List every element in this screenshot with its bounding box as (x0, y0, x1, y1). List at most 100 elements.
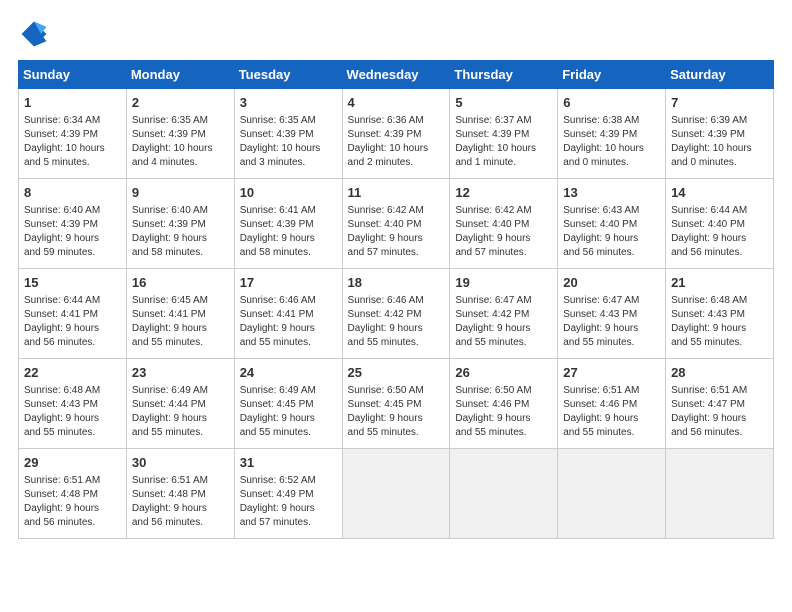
logo (18, 18, 54, 50)
day-info: Sunrise: 6:51 AMSunset: 4:48 PMDaylight:… (132, 474, 229, 530)
day-info: Sunrise: 6:38 AMSunset: 4:39 PMDaylight:… (563, 114, 660, 170)
calendar-cell: 21 Sunrise: 6:48 AMSunset: 4:43 PMDayligh… (666, 269, 774, 359)
weekday-header-wednesday: Wednesday (342, 61, 450, 89)
calendar-cell: 24 Sunrise: 6:49 AMSunset: 4:45 PMDayligh… (234, 359, 342, 449)
calendar-cell: 9 Sunrise: 6:40 AMSunset: 4:39 PMDaylight… (126, 179, 234, 269)
day-number: 4 (348, 94, 445, 112)
calendar-cell: 27 Sunrise: 6:51 AMSunset: 4:46 PMDayligh… (558, 359, 666, 449)
day-info: Sunrise: 6:35 AMSunset: 4:39 PMDaylight:… (132, 114, 229, 170)
calendar-cell (666, 449, 774, 539)
week-row-5: 29 Sunrise: 6:51 AMSunset: 4:48 PMDayligh… (19, 449, 774, 539)
page: SundayMondayTuesdayWednesdayThursdayFrid… (0, 0, 792, 557)
calendar-cell: 1 Sunrise: 6:34 AMSunset: 4:39 PMDaylight… (19, 89, 127, 179)
day-number: 7 (671, 94, 768, 112)
week-row-3: 15Sunrise: 6:44 AMSunset: 4:41 PMDayligh… (19, 269, 774, 359)
day-number: 20 (563, 274, 660, 292)
day-number: 6 (563, 94, 660, 112)
day-info: Sunrise: 6:51 AMSunset: 4:47 PMDaylight:… (671, 384, 768, 440)
day-info: Sunrise: 6:52 AMSunset: 4:49 PMDaylight:… (240, 474, 337, 530)
calendar-cell: 20Sunrise: 6:47 AMSunset: 4:43 PMDayligh… (558, 269, 666, 359)
day-number: 9 (132, 184, 229, 202)
weekday-header-row: SundayMondayTuesdayWednesdayThursdayFrid… (19, 61, 774, 89)
day-info: Sunrise: 6:42 AMSunset: 4:40 PMDaylight:… (455, 204, 552, 260)
day-number: 5 (455, 94, 552, 112)
header (18, 18, 774, 50)
calendar-cell: 28Sunrise: 6:51 AMSunset: 4:47 PMDayligh… (666, 359, 774, 449)
day-info: Sunrise: 6:48 AMSunset: 4:43 PMDaylight:… (24, 384, 121, 440)
day-number: 21 (671, 274, 768, 292)
calendar-cell: 14 Sunrise: 6:44 AMSunset: 4:40 PMDayligh… (666, 179, 774, 269)
calendar-cell (450, 449, 558, 539)
day-info: Sunrise: 6:50 AMSunset: 4:45 PMDaylight:… (348, 384, 445, 440)
day-number: 14 (671, 184, 768, 202)
day-number: 30 (132, 454, 229, 472)
weekday-header-friday: Friday (558, 61, 666, 89)
calendar-cell (342, 449, 450, 539)
week-row-1: 1 Sunrise: 6:34 AMSunset: 4:39 PMDaylight… (19, 89, 774, 179)
day-info: Sunrise: 6:40 AMSunset: 4:39 PMDaylight:… (24, 204, 121, 260)
day-number: 26 (455, 364, 552, 382)
day-number: 24 (240, 364, 337, 382)
day-number: 23 (132, 364, 229, 382)
day-number: 3 (240, 94, 337, 112)
day-info: Sunrise: 6:34 AMSunset: 4:39 PMDaylight:… (24, 114, 121, 170)
calendar-cell: 15Sunrise: 6:44 AMSunset: 4:41 PMDayligh… (19, 269, 127, 359)
day-number: 29 (24, 454, 121, 472)
day-info: Sunrise: 6:49 AMSunset: 4:45 PMDaylight:… (240, 384, 337, 440)
day-number: 8 (24, 184, 121, 202)
day-info: Sunrise: 6:40 AMSunset: 4:39 PMDaylight:… (132, 204, 229, 260)
week-row-2: 8 Sunrise: 6:40 AMSunset: 4:39 PMDaylight… (19, 179, 774, 269)
day-info: Sunrise: 6:42 AMSunset: 4:40 PMDaylight:… (348, 204, 445, 260)
calendar-cell: 7 Sunrise: 6:39 AMSunset: 4:39 PMDaylight… (666, 89, 774, 179)
calendar-cell: 22 Sunrise: 6:48 AMSunset: 4:43 PMDayligh… (19, 359, 127, 449)
calendar-cell: 8 Sunrise: 6:40 AMSunset: 4:39 PMDaylight… (19, 179, 127, 269)
day-number: 25 (348, 364, 445, 382)
day-number: 22 (24, 364, 121, 382)
calendar-table: SundayMondayTuesdayWednesdayThursdayFrid… (18, 60, 774, 539)
day-number: 16 (132, 274, 229, 292)
weekday-header-saturday: Saturday (666, 61, 774, 89)
day-info: Sunrise: 6:36 AMSunset: 4:39 PMDaylight:… (348, 114, 445, 170)
day-number: 2 (132, 94, 229, 112)
day-info: Sunrise: 6:48 AMSunset: 4:43 PMDaylight:… (671, 294, 768, 350)
day-number: 10 (240, 184, 337, 202)
calendar-cell (558, 449, 666, 539)
calendar-cell: 6 Sunrise: 6:38 AMSunset: 4:39 PMDaylight… (558, 89, 666, 179)
day-number: 19 (455, 274, 552, 292)
day-number: 15 (24, 274, 121, 292)
day-info: Sunrise: 6:51 AMSunset: 4:48 PMDaylight:… (24, 474, 121, 530)
day-info: Sunrise: 6:37 AMSunset: 4:39 PMDaylight:… (455, 114, 552, 170)
day-info: Sunrise: 6:43 AMSunset: 4:40 PMDaylight:… (563, 204, 660, 260)
weekday-header-monday: Monday (126, 61, 234, 89)
calendar-cell: 3 Sunrise: 6:35 AMSunset: 4:39 PMDaylight… (234, 89, 342, 179)
day-info: Sunrise: 6:35 AMSunset: 4:39 PMDaylight:… (240, 114, 337, 170)
day-info: Sunrise: 6:51 AMSunset: 4:46 PMDaylight:… (563, 384, 660, 440)
weekday-header-sunday: Sunday (19, 61, 127, 89)
day-info: Sunrise: 6:45 AMSunset: 4:41 PMDaylight:… (132, 294, 229, 350)
logo-icon (18, 18, 50, 50)
calendar-cell: 19 Sunrise: 6:47 AMSunset: 4:42 PMDayligh… (450, 269, 558, 359)
day-info: Sunrise: 6:46 AMSunset: 4:42 PMDaylight:… (348, 294, 445, 350)
calendar-cell: 12Sunrise: 6:42 AMSunset: 4:40 PMDayligh… (450, 179, 558, 269)
day-number: 11 (348, 184, 445, 202)
day-number: 1 (24, 94, 121, 112)
day-number: 27 (563, 364, 660, 382)
day-number: 31 (240, 454, 337, 472)
day-number: 13 (563, 184, 660, 202)
calendar-cell: 5 Sunrise: 6:37 AMSunset: 4:39 PMDaylight… (450, 89, 558, 179)
calendar-cell: 2 Sunrise: 6:35 AMSunset: 4:39 PMDaylight… (126, 89, 234, 179)
calendar-cell: 11 Sunrise: 6:42 AMSunset: 4:40 PMDayligh… (342, 179, 450, 269)
calendar-cell: 17Sunrise: 6:46 AMSunset: 4:41 PMDayligh… (234, 269, 342, 359)
calendar-cell: 4 Sunrise: 6:36 AMSunset: 4:39 PMDaylight… (342, 89, 450, 179)
day-info: Sunrise: 6:46 AMSunset: 4:41 PMDaylight:… (240, 294, 337, 350)
day-info: Sunrise: 6:39 AMSunset: 4:39 PMDaylight:… (671, 114, 768, 170)
weekday-header-tuesday: Tuesday (234, 61, 342, 89)
calendar-cell: 30 Sunrise: 6:51 AMSunset: 4:48 PMDayligh… (126, 449, 234, 539)
day-info: Sunrise: 6:44 AMSunset: 4:40 PMDaylight:… (671, 204, 768, 260)
calendar-cell: 16 Sunrise: 6:45 AMSunset: 4:41 PMDayligh… (126, 269, 234, 359)
calendar-cell: 25 Sunrise: 6:50 AMSunset: 4:45 PMDayligh… (342, 359, 450, 449)
calendar-cell: 23Sunrise: 6:49 AMSunset: 4:44 PMDayligh… (126, 359, 234, 449)
weekday-header-thursday: Thursday (450, 61, 558, 89)
week-row-4: 22 Sunrise: 6:48 AMSunset: 4:43 PMDayligh… (19, 359, 774, 449)
day-info: Sunrise: 6:47 AMSunset: 4:42 PMDaylight:… (455, 294, 552, 350)
